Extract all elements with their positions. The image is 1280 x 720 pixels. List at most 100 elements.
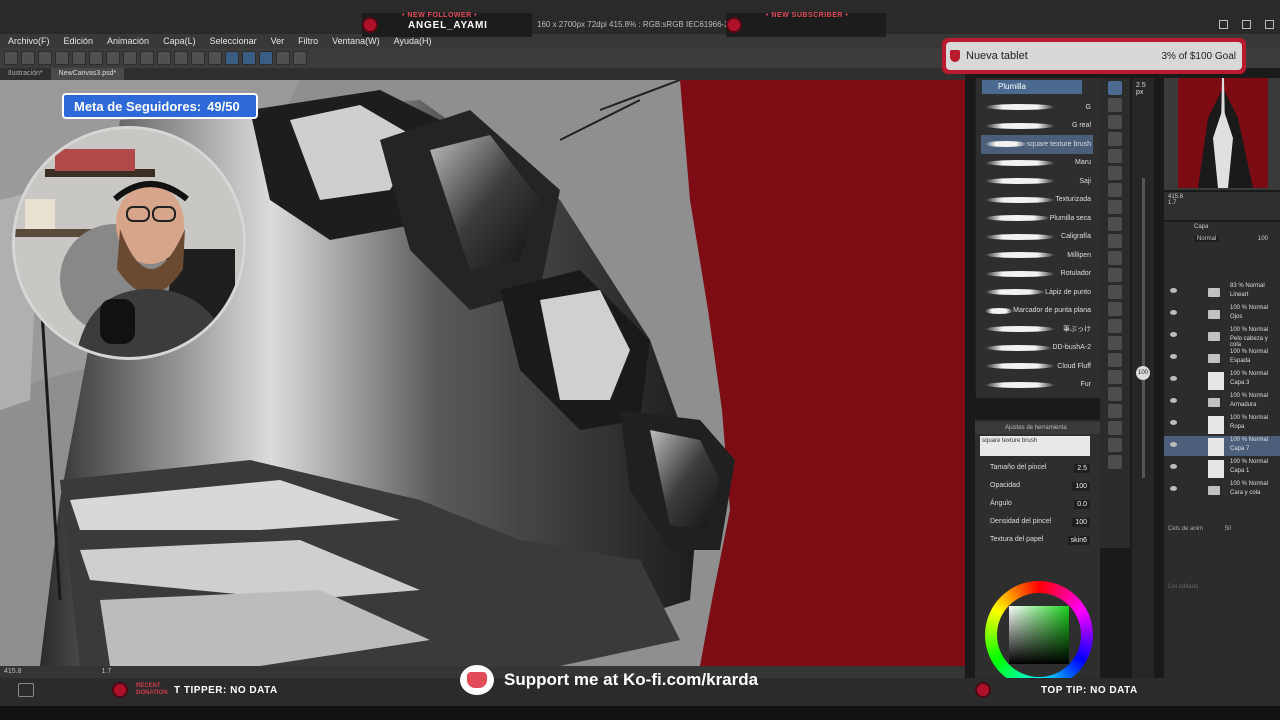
brush-item[interactable]: Plumilla seca (981, 209, 1093, 228)
brush-item[interactable]: Texturizada (981, 191, 1093, 210)
menu-edicion[interactable]: Edición (64, 36, 94, 46)
eye-icon[interactable] (1170, 398, 1177, 403)
layer-folder-row[interactable]: 100 % Normal Pelo cabeza y cola (1164, 326, 1280, 348)
move-tool-icon[interactable] (1108, 319, 1122, 333)
layer-folder-row[interactable]: 100 % Normal Espada (1164, 348, 1280, 368)
maximize-icon[interactable] (1242, 20, 1251, 29)
layer-row[interactable]: 100 % Normal Capa 3 (1164, 370, 1280, 390)
menu-ayuda[interactable]: Ayuda(H) (394, 36, 432, 46)
menu-animacion[interactable]: Animación (107, 36, 149, 46)
brush-item[interactable]: 筆ぶっけ (981, 320, 1093, 339)
eye-icon[interactable] (1170, 420, 1177, 425)
pen-tool-icon[interactable] (1108, 81, 1122, 95)
help-icon[interactable] (293, 51, 307, 65)
layer-folder-row[interactable]: 83 % Normal Lineart (1164, 282, 1280, 302)
brush-item[interactable]: Maru (981, 154, 1093, 173)
eyedropper-tool-icon[interactable] (1108, 370, 1122, 384)
brush-item[interactable]: DD-bushA-2 (981, 339, 1093, 358)
eye-icon[interactable] (1170, 310, 1177, 315)
airbrush-tool-icon[interactable] (1108, 166, 1122, 180)
brush-size-slider[interactable]: 2.5 px 100 (1132, 78, 1154, 678)
eye-icon[interactable] (1170, 332, 1177, 337)
hand-tool-icon[interactable] (1108, 353, 1122, 367)
deselect-icon[interactable] (174, 51, 188, 65)
wand-tool-icon[interactable] (1108, 421, 1122, 435)
opacity-knob[interactable]: 100 (1136, 366, 1150, 380)
color-wheel[interactable] (985, 581, 1093, 689)
eraser-tool-icon[interactable] (1108, 132, 1122, 146)
minimize-icon[interactable] (1219, 20, 1228, 29)
gradient-tool-icon[interactable] (1108, 217, 1122, 231)
brush-tool-icon[interactable] (1108, 115, 1122, 129)
brush-item[interactable]: square texture brush (981, 135, 1093, 154)
snap-special-ruler-icon[interactable] (242, 51, 256, 65)
decoration-tool-icon[interactable] (1108, 149, 1122, 163)
select-all-icon[interactable] (157, 51, 171, 65)
brush-item[interactable]: Millipen (981, 246, 1093, 265)
layer-folder-row[interactable]: 100 % Normal Cara y cola (1164, 480, 1280, 500)
invert-selection-icon[interactable] (191, 51, 205, 65)
brush-item[interactable]: Cloud Fluff (981, 357, 1093, 376)
save-icon[interactable] (38, 51, 52, 65)
blend-tool-icon[interactable] (1108, 183, 1122, 197)
clear-icon[interactable] (106, 51, 120, 65)
prop-density[interactable]: Densidad del pincel 100 (990, 518, 1090, 527)
open-file-icon[interactable] (21, 51, 35, 65)
brush-item[interactable]: G (981, 98, 1093, 117)
brush-group-tab[interactable]: Plumilla (982, 80, 1082, 94)
navigator-thumbnail[interactable] (1178, 78, 1268, 188)
prop-paper-texture[interactable]: Textura del papel skin6 (990, 536, 1090, 545)
menu-seleccionar[interactable]: Seleccionar (210, 36, 257, 46)
crop-icon[interactable] (208, 51, 222, 65)
prop-brush-size[interactable]: Tamaño del pincel 2.5 (990, 464, 1090, 473)
menu-filtro[interactable]: Filtro (298, 36, 318, 46)
slider-track[interactable] (1142, 178, 1145, 478)
eye-icon[interactable] (1170, 354, 1177, 359)
brush-item[interactable]: Saji (981, 172, 1093, 191)
settings-icon[interactable] (276, 51, 290, 65)
eye-icon[interactable] (1170, 464, 1177, 469)
layer-folder-row[interactable]: 100 % Normal Armadura (1164, 392, 1280, 412)
correct-line-tool-icon[interactable] (1108, 302, 1122, 316)
figure-tool-icon[interactable] (1108, 234, 1122, 248)
snap-grid-icon[interactable] (259, 51, 273, 65)
close-icon[interactable] (1265, 20, 1274, 29)
selection-tool-icon[interactable] (1108, 404, 1122, 418)
fill-tool-icon[interactable] (1108, 200, 1122, 214)
new-file-icon[interactable] (4, 51, 18, 65)
tab-newcanvas3[interactable]: NewCanvas3.psd* (50, 68, 125, 80)
brush-item[interactable]: Marcador de punta plana (981, 302, 1093, 321)
redo-icon[interactable] (89, 51, 103, 65)
lasso-tool-icon[interactable] (1108, 387, 1122, 401)
brush-item[interactable]: Caligrafía (981, 228, 1093, 247)
layer-row[interactable]: 100 % Normal Capa 7 (1164, 436, 1280, 456)
blend-mode-select[interactable]: Normal (1194, 236, 1220, 242)
undo-icon[interactable] (72, 51, 86, 65)
text-tool-icon[interactable] (1108, 268, 1122, 282)
layer-row[interactable]: 100 % Normal Ropa (1164, 414, 1280, 434)
saturation-value-square[interactable] (1009, 606, 1069, 664)
panel-toggle-icon[interactable] (18, 683, 34, 697)
fill-icon[interactable] (140, 51, 154, 65)
pencil-tool-icon[interactable] (1108, 98, 1122, 112)
layer-opacity-value[interactable]: 100 (1258, 236, 1268, 242)
brush-item[interactable]: Fur (981, 376, 1093, 395)
object-tool-icon[interactable] (1108, 438, 1122, 452)
snap-ruler-icon[interactable] (225, 51, 239, 65)
tab-ilustracion[interactable]: Ilustración* (0, 68, 51, 80)
print-icon[interactable] (55, 51, 69, 65)
eye-icon[interactable] (1170, 442, 1177, 447)
menu-capa[interactable]: Capa(L) (163, 36, 196, 46)
frame-tool-icon[interactable] (1108, 251, 1122, 265)
navigator-controls[interactable]: 415.8 1.7 (1164, 192, 1280, 220)
balloon-tool-icon[interactable] (1108, 285, 1122, 299)
brush-item[interactable]: G real (981, 117, 1093, 136)
menu-ver[interactable]: Ver (271, 36, 285, 46)
eye-icon[interactable] (1170, 486, 1177, 491)
eye-icon[interactable] (1170, 376, 1177, 381)
menu-ventana[interactable]: Ventana(W) (332, 36, 380, 46)
zoom-tool-icon[interactable] (1108, 336, 1122, 350)
layer-row[interactable]: 100 % Normal Capa 1 (1164, 458, 1280, 478)
prop-angle[interactable]: Ángulo 0.0 (990, 500, 1090, 509)
brush-item[interactable]: Rotulador (981, 265, 1093, 284)
